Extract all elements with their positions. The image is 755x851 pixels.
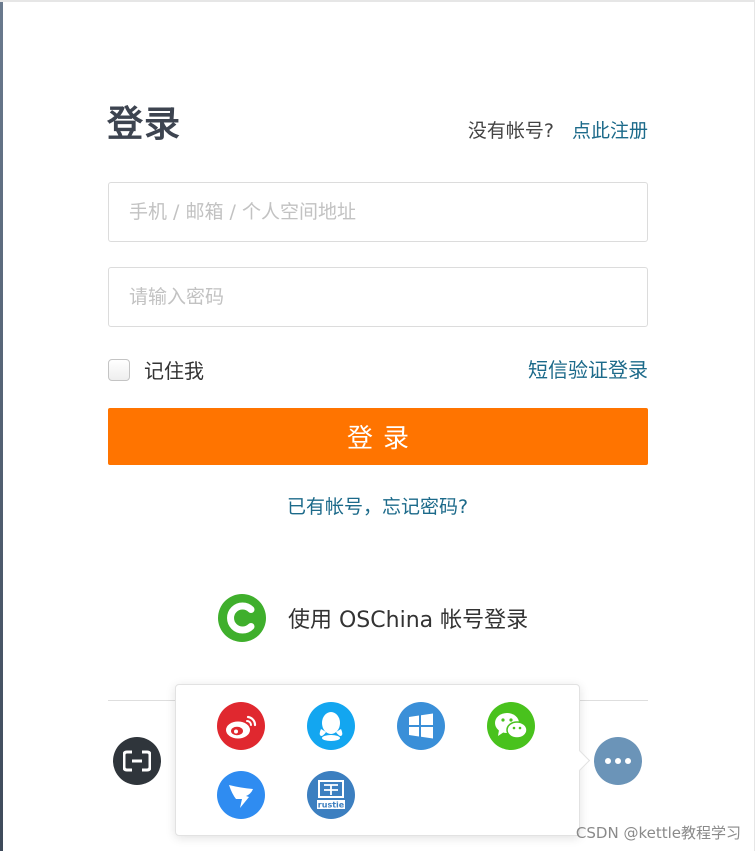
- signup-prompt: 没有帐号? 点此注册: [468, 118, 648, 144]
- qq-icon[interactable]: [307, 702, 355, 750]
- watermark: CSDN @kettle教程学习: [575, 824, 741, 842]
- login-button[interactable]: 登录: [108, 408, 648, 465]
- windows-icon[interactable]: [397, 702, 445, 750]
- wechat-icon[interactable]: [487, 702, 535, 750]
- password-input[interactable]: [108, 267, 648, 327]
- remember-me[interactable]: 记住我: [108, 355, 204, 384]
- dingtalk-icon[interactable]: [217, 771, 265, 819]
- oschina-login[interactable]: 使用 OSChina 帐号登录: [218, 594, 528, 642]
- forgot-password-link[interactable]: 已有帐号，忘记密码?: [287, 496, 468, 518]
- oschina-login-label: 使用 OSChina 帐号登录: [288, 608, 529, 633]
- signup-link[interactable]: 点此注册: [572, 120, 648, 142]
- window-left-edge: [0, 0, 3, 851]
- window-top-edge: [0, 0, 755, 2]
- weibo-icon[interactable]: [217, 702, 265, 750]
- remember-label: 记住我: [144, 359, 204, 383]
- more-icon[interactable]: [594, 737, 642, 785]
- account-input[interactable]: [108, 182, 648, 242]
- aliyun-icon[interactable]: [113, 737, 161, 785]
- forgot-password-row: 已有帐号，忘记密码?: [0, 492, 755, 519]
- rustie-icon[interactable]: rustie: [307, 771, 355, 819]
- sms-login-link[interactable]: 短信验证登录: [528, 354, 648, 383]
- no-account-text: 没有帐号?: [467, 120, 554, 142]
- oschina-logo-icon: [218, 594, 266, 642]
- remember-checkbox[interactable]: [108, 358, 130, 381]
- rustie-icon-text: rustie: [318, 801, 345, 810]
- page-title: 登录: [107, 104, 182, 145]
